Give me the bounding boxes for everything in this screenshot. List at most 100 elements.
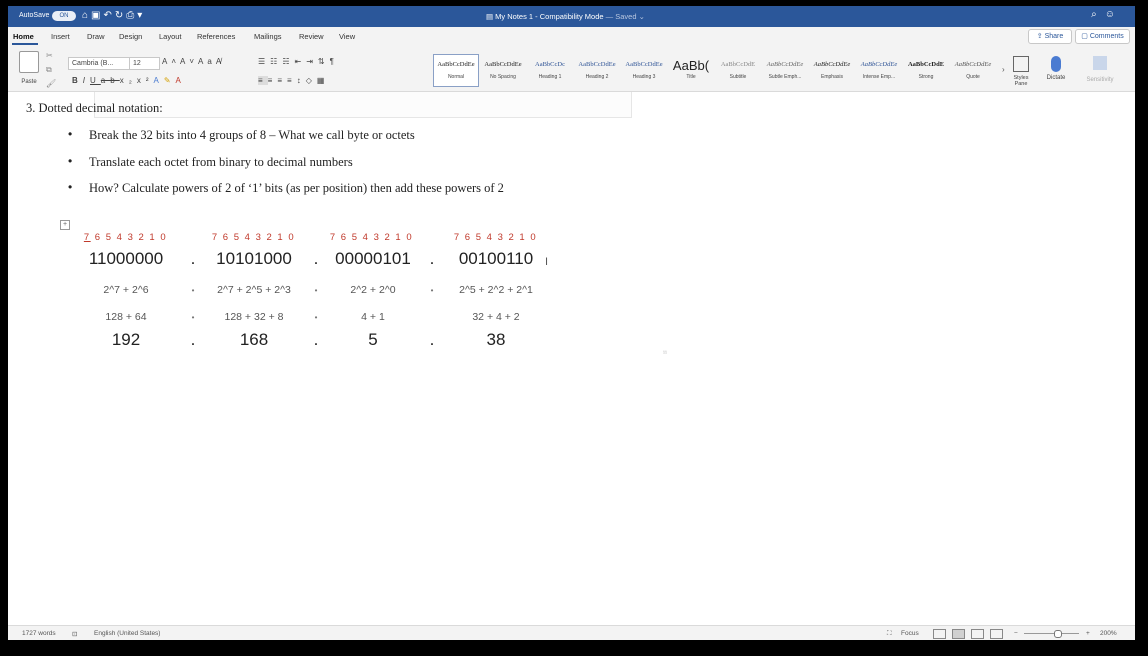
justify-icon[interactable]: ≡ xyxy=(287,76,297,85)
tab-design[interactable]: Design xyxy=(119,32,142,41)
align-center-icon[interactable]: ≡ xyxy=(268,76,278,85)
comments-button[interactable]: ▢ Comments xyxy=(1075,29,1130,44)
language[interactable]: English (United States) xyxy=(94,630,160,637)
tab-insert[interactable]: Insert xyxy=(51,32,70,41)
style-name: Heading 1 xyxy=(538,74,562,80)
multilevel-list-icon[interactable]: ☵ xyxy=(282,57,294,66)
superscript-icon[interactable]: x² xyxy=(137,76,154,85)
smiley-icon[interactable]: ☺ xyxy=(1105,9,1123,20)
read-mode-icon[interactable] xyxy=(933,629,946,639)
zoom-in-icon[interactable]: + xyxy=(1086,630,1090,637)
style-subtitle[interactable]: AaBbCcDdE Subtitle xyxy=(715,54,761,87)
text-effects-icon[interactable]: A xyxy=(153,76,163,85)
style-normal[interactable]: AaBbCcDdEe Normal xyxy=(433,54,479,87)
line-spacing-icon[interactable]: ↕ xyxy=(297,76,306,85)
document-canvas[interactable]: 3. Dotted decimal notation: • Break the … xyxy=(8,92,1135,625)
share-button[interactable]: ⇪ Share xyxy=(1028,29,1072,44)
styles-pane-button[interactable]: Styles Pane xyxy=(1010,56,1032,87)
paragraph-tools-row2: ≡≡≡≡↕◇▦ xyxy=(258,76,329,85)
print-icon[interactable]: ⎙ xyxy=(126,10,137,21)
tab-view[interactable]: View xyxy=(339,32,355,41)
bold-icon[interactable]: B xyxy=(72,76,83,85)
octet-separator: • xyxy=(314,313,318,322)
text-cursor-icon: I xyxy=(545,256,549,268)
zoom-slider[interactable] xyxy=(1024,630,1079,638)
saved-status[interactable]: — Saved ⌄ xyxy=(606,12,645,21)
binary-octet: 00100110 xyxy=(458,249,534,268)
style-subtle-emphasis[interactable]: AaBbCcDdEe Subtle Emph... xyxy=(762,54,808,87)
styles-gallery-arrow-icon[interactable]: › xyxy=(1002,65,1005,74)
align-left-icon[interactable]: ≡ xyxy=(258,76,268,85)
redo-icon[interactable]: ↻ xyxy=(115,10,126,21)
style-quote[interactable]: AaBbCcDdEe Quote xyxy=(950,54,996,87)
font-name-select[interactable]: Cambria (B... xyxy=(68,57,131,70)
tab-references[interactable]: References xyxy=(197,32,235,41)
sensitivity-button[interactable]: Sensitivity xyxy=(1081,56,1119,83)
style-heading-1[interactable]: AaBbCcDc Heading 1 xyxy=(527,54,573,87)
shrink-font-icon[interactable]: A˅ xyxy=(180,57,198,66)
shading-icon[interactable]: ◇ xyxy=(306,76,317,85)
highlight-icon[interactable]: ✎ xyxy=(164,76,176,85)
focus-button[interactable]: Focus xyxy=(901,630,919,637)
sum-expression: 128 + 64 xyxy=(105,311,147,323)
style-heading-3[interactable]: AaBbCcDdEe Heading 3 xyxy=(621,54,667,87)
decrease-indent-icon[interactable]: ⇤ xyxy=(295,57,307,66)
octet-separator: . xyxy=(429,249,435,268)
font-size-select[interactable]: 12 xyxy=(129,57,160,70)
style-intense-emphasis[interactable]: AaBbCcDdEe Intense Emp... xyxy=(856,54,902,87)
paste-button[interactable]: Paste xyxy=(14,51,44,85)
styles-pane-label: Styles Pane xyxy=(1013,75,1029,87)
dictate-label: Dictate xyxy=(1046,75,1066,81)
bit-positions-rest: 6 5 4 3 2 1 0 xyxy=(94,232,168,243)
proofing-icon[interactable]: ⊡ xyxy=(72,630,77,638)
web-layout-icon[interactable] xyxy=(971,629,984,639)
numbering-icon[interactable]: ☷ xyxy=(270,57,282,66)
home-icon[interactable]: ⌂ xyxy=(82,10,91,21)
outline-view-icon[interactable] xyxy=(990,629,1003,639)
italic-icon[interactable]: I xyxy=(83,76,90,85)
style-strong[interactable]: AaBbCcDdE Strong xyxy=(903,54,949,87)
dictate-button[interactable]: Dictate xyxy=(1042,56,1070,81)
zoom-slider-knob[interactable] xyxy=(1054,630,1062,638)
clipboard-icon xyxy=(19,51,39,73)
tab-draw[interactable]: Draw xyxy=(87,32,105,41)
style-no-spacing[interactable]: AaBbCcDdEe No Spacing xyxy=(480,54,526,87)
subscript-icon[interactable]: x₂ xyxy=(120,76,137,85)
tab-review[interactable]: Review xyxy=(299,32,324,41)
undo-icon[interactable]: ↶ xyxy=(104,10,115,21)
cut-icon[interactable]: ✂ xyxy=(46,49,56,63)
tab-home[interactable]: Home xyxy=(13,32,34,41)
sort-icon[interactable]: ⇅ xyxy=(318,57,330,66)
bullets-icon[interactable]: ☰ xyxy=(258,57,270,66)
format-painter-icon[interactable]: 🖌 xyxy=(46,77,56,91)
clear-formatting-icon[interactable]: A̸ xyxy=(216,57,225,66)
autosave-toggle[interactable]: ON xyxy=(52,11,76,21)
word-count[interactable]: 1727 words xyxy=(22,630,56,637)
grow-font-icon[interactable]: A˄ xyxy=(162,57,180,66)
strikethrough-icon[interactable]: ab xyxy=(101,76,120,85)
change-case-icon[interactable]: Aa xyxy=(198,57,216,66)
zoom-level[interactable]: 200% xyxy=(1100,630,1117,637)
increase-indent-icon[interactable]: ⇥ xyxy=(306,57,318,66)
octet-separator: . xyxy=(313,330,319,349)
font-color-icon[interactable]: A xyxy=(176,76,186,85)
style-heading-2[interactable]: AaBbCcDdEe Heading 2 xyxy=(574,54,620,87)
pilcrow-icon[interactable]: ¶ xyxy=(330,57,339,66)
borders-icon[interactable]: ▦ xyxy=(317,76,330,85)
font-tools-row2: BIUabx₂x²A✎A xyxy=(72,76,186,85)
tab-mailings[interactable]: Mailings xyxy=(254,32,282,41)
table-move-handle-icon[interactable]: + xyxy=(60,220,70,230)
search-icon[interactable]: ⌕ xyxy=(1091,9,1105,20)
paragraph-tools-row1: ☰☷☵⇤⇥⇅¶ xyxy=(258,57,339,66)
customize-icon[interactable]: ▾ xyxy=(137,10,145,21)
style-emphasis[interactable]: AaBbCcDdEe Emphasis xyxy=(809,54,855,87)
save-icon[interactable]: ▣ xyxy=(91,10,103,21)
zoom-out-icon[interactable]: − xyxy=(1014,630,1018,637)
style-title[interactable]: AaBb(Title xyxy=(668,54,714,87)
copy-icon[interactable]: ⧉ xyxy=(46,63,56,77)
align-right-icon[interactable]: ≡ xyxy=(277,76,287,85)
sum-expression: 128 + 32 + 8 xyxy=(224,311,284,323)
underline-icon[interactable]: U xyxy=(90,76,101,85)
tab-layout[interactable]: Layout xyxy=(159,32,182,41)
print-layout-icon[interactable] xyxy=(952,629,965,639)
